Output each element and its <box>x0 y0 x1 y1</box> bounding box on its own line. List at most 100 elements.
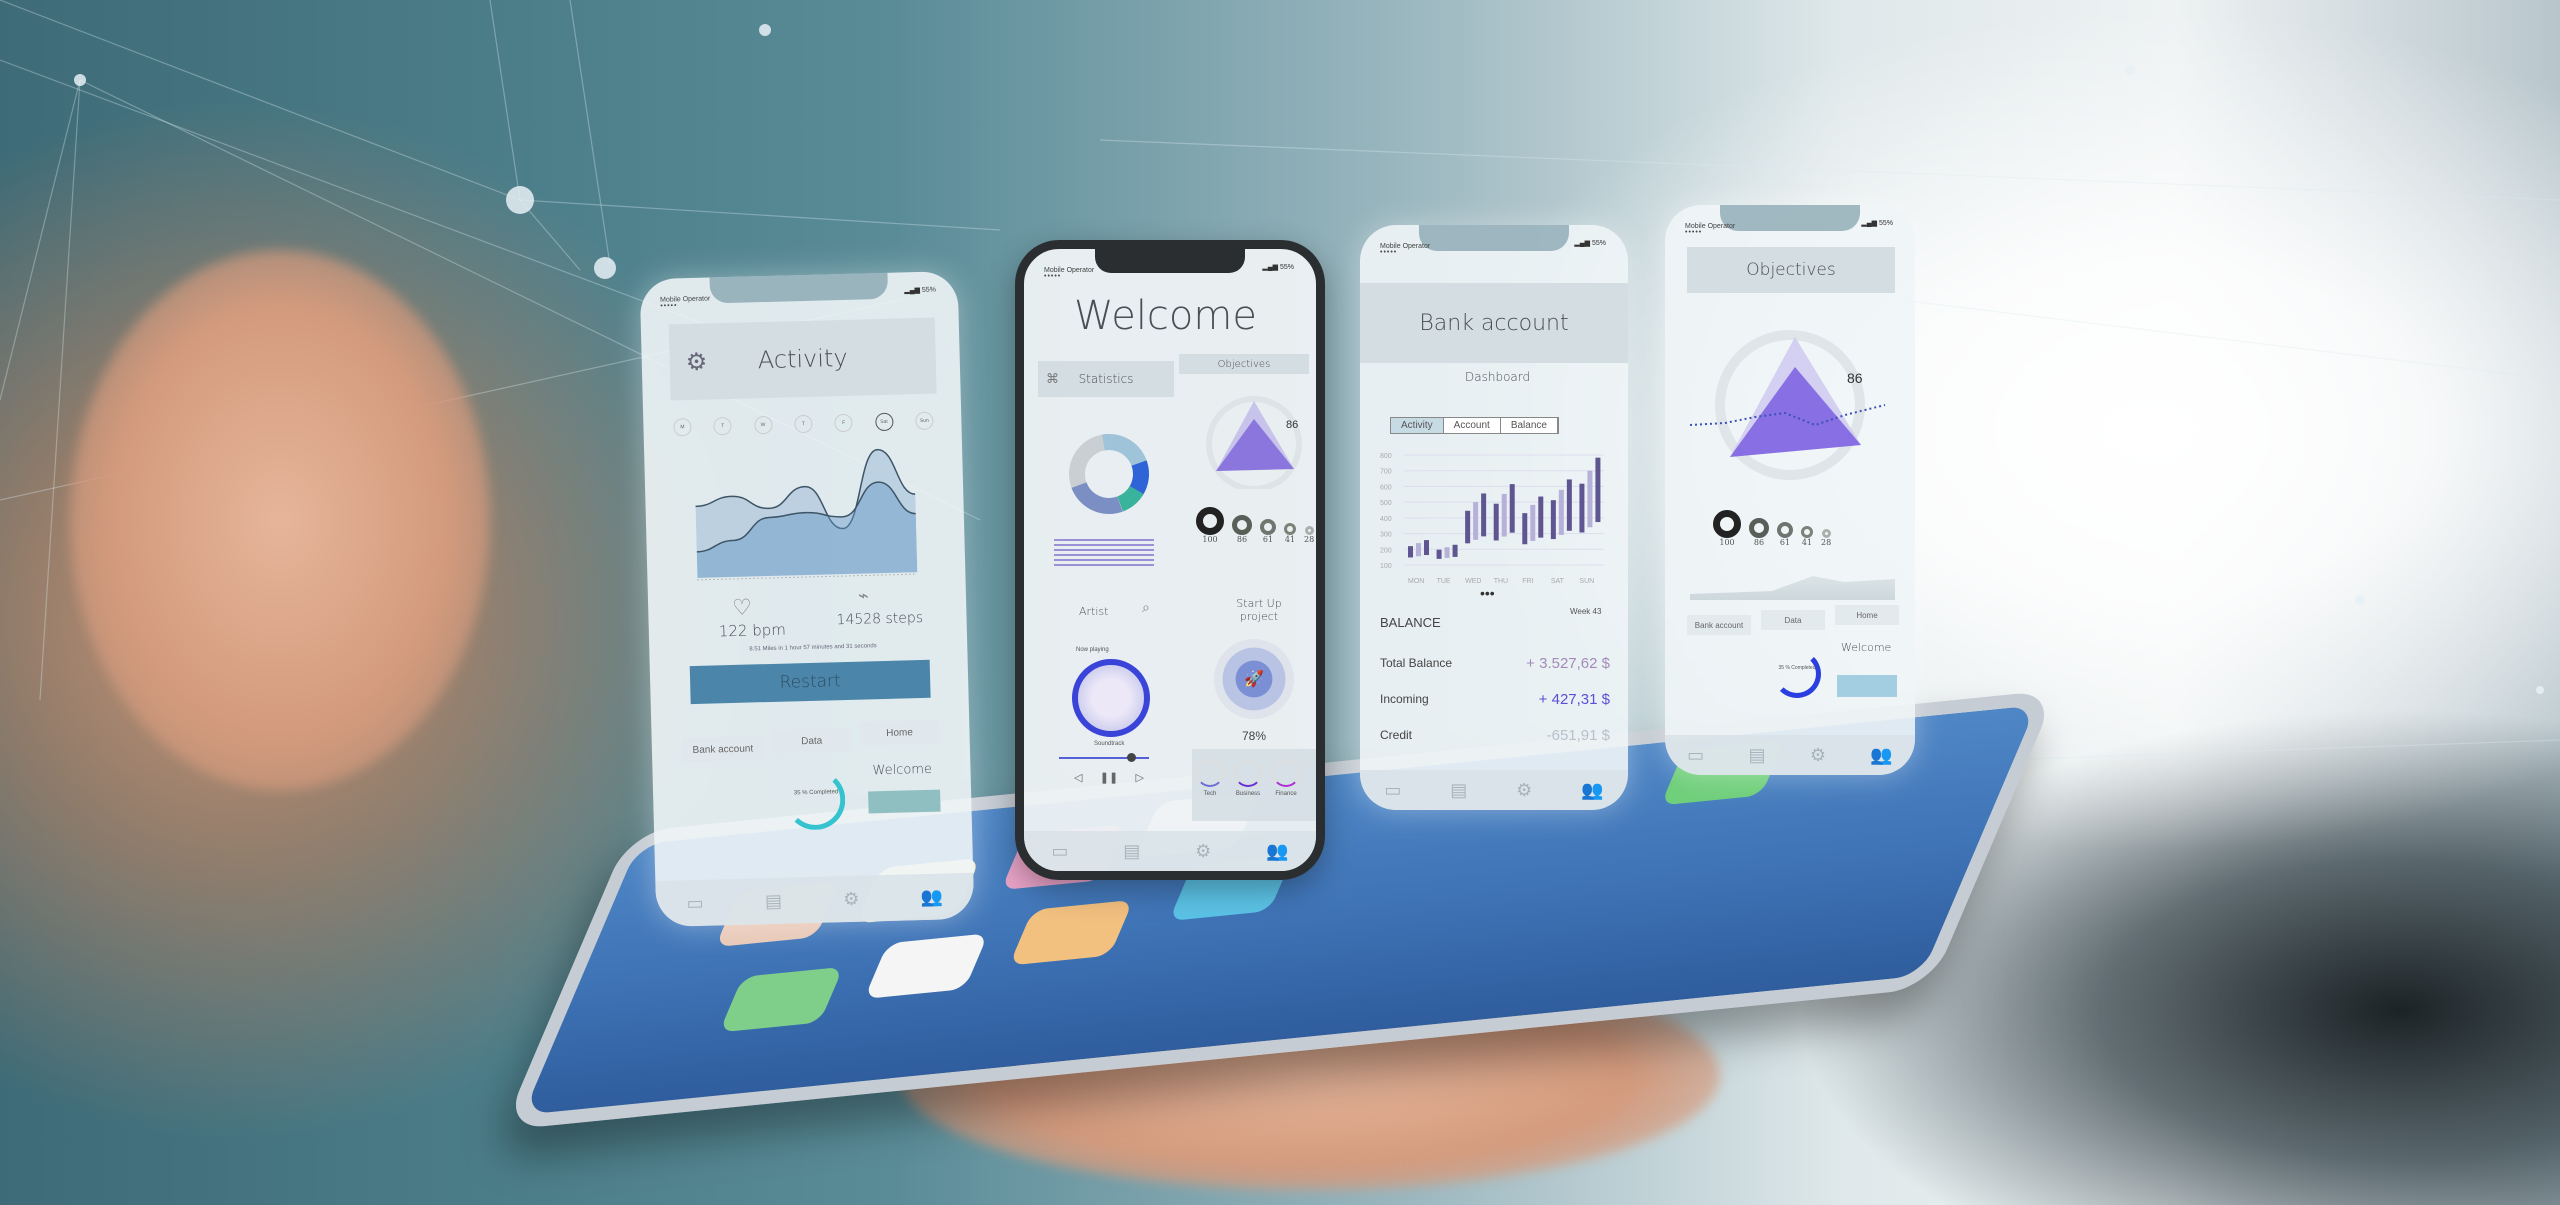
tile-label: Bank account <box>692 742 754 756</box>
objectives-pyramid <box>1206 396 1302 489</box>
tab-activity[interactable]: Activity <box>1391 418 1444 433</box>
battery-indicator: ▂▄▆ 55% <box>1262 264 1294 271</box>
balance-row: Total Balance + 3.527,62 $ <box>1380 645 1610 681</box>
bar <box>1416 543 1421 557</box>
day-button[interactable]: T <box>794 414 813 434</box>
now-playing: Now playing <box>1076 647 1109 653</box>
tile-bank-account[interactable]: Bank account <box>681 736 765 763</box>
users-icon[interactable]: 👥 <box>1266 841 1288 862</box>
day-button[interactable]: Sun <box>915 411 934 431</box>
welcome-title: Welcome <box>1074 293 1257 339</box>
bar <box>1509 484 1515 533</box>
pagination-dots[interactable]: ••• <box>1480 585 1495 601</box>
calendar-icon[interactable]: ▤ <box>765 890 783 911</box>
tile-home[interactable]: Home <box>859 719 940 746</box>
rings-row: 100 86 61 41 28 <box>1713 510 1831 547</box>
chat-icon[interactable]: ▭ <box>1051 841 1068 862</box>
tile-label: Bank account <box>1694 620 1744 630</box>
bar <box>1558 489 1564 535</box>
day-button[interactable]: Sat <box>874 412 894 432</box>
day-button[interactable]: T <box>713 416 733 436</box>
chat-icon[interactable]: ▭ <box>1384 780 1401 801</box>
chat-icon[interactable]: ▭ <box>1687 745 1704 766</box>
restart-button[interactable]: Restart <box>689 659 931 705</box>
tile-data[interactable]: Data <box>1761 610 1825 630</box>
signal-dots: ••••• <box>1380 249 1398 256</box>
activity-summary: 8.51 Miles in 1 hour 57 minutes and 31 s… <box>749 643 877 653</box>
y-tick-label: 100 <box>1380 563 1392 570</box>
activity-title: Activity <box>757 343 848 375</box>
app-icon-messages[interactable] <box>718 966 844 1033</box>
objectives-tab[interactable]: Objectives <box>1179 354 1309 374</box>
y-tick-label: 600 <box>1380 484 1392 491</box>
app-icon-clock[interactable] <box>1008 899 1134 966</box>
rings-row: 100 86 61 41 28 <box>1196 507 1314 544</box>
x-tick-label: SAT <box>1551 578 1565 585</box>
balance-row-label: Credit <box>1380 728 1413 742</box>
volume-slider[interactable] <box>1059 753 1149 762</box>
artist-label: Artist <box>1079 605 1109 618</box>
slider-handle[interactable] <box>1127 753 1136 762</box>
next-icon[interactable]: ▷ <box>1136 771 1144 784</box>
calendar-icon[interactable]: ▤ <box>1749 745 1766 766</box>
prev-icon[interactable]: ◁ <box>1074 771 1082 784</box>
day-button[interactable]: W <box>753 415 773 435</box>
search-icon[interactable]: ⌕ <box>1142 599 1150 616</box>
ring-stat: 100 <box>1713 510 1741 547</box>
ring-value: 28 <box>1821 538 1832 547</box>
ring-stat: 61 <box>1777 522 1793 547</box>
gear-icon[interactable]: ⚙ <box>685 347 707 377</box>
battery-label: 55% <box>1279 264 1294 271</box>
bar <box>1452 544 1458 557</box>
donut-chart <box>1069 433 1149 514</box>
chat-icon[interactable]: ▭ <box>686 892 704 913</box>
ring-value: 61 <box>1779 538 1791 547</box>
bank-title: Bank account <box>1419 310 1569 336</box>
status-operator: Mobile Operator ••••• <box>1685 223 1735 236</box>
calendar-icon[interactable]: ▤ <box>1123 841 1140 862</box>
bar <box>1566 479 1572 531</box>
users-icon[interactable]: 👥 <box>1581 780 1603 801</box>
settings-icon[interactable]: ⚙ <box>1810 745 1826 766</box>
objectives-title: Objectives <box>1746 260 1836 280</box>
bar <box>1481 493 1487 537</box>
calendar-icon[interactable]: ▤ <box>1450 780 1467 801</box>
day-button[interactable]: M <box>673 417 692 437</box>
tab-balance[interactable]: Balance <box>1500 418 1558 433</box>
settings-icon[interactable]: ⚙ <box>1516 780 1532 801</box>
restart-label: Restart <box>779 671 841 693</box>
statistics-tab[interactable]: ⌘ Statistics <box>1038 361 1174 397</box>
playback-controls: ◁ ❚❚ ▷ <box>1074 771 1144 784</box>
tile-label: Data <box>1784 615 1802 625</box>
bar <box>1530 504 1536 541</box>
y-tick-label: 400 <box>1380 516 1392 523</box>
tab-account[interactable]: Account <box>1443 418 1501 433</box>
objectives-label: Objectives <box>1217 358 1271 370</box>
app-icon-news[interactable] <box>863 933 989 1000</box>
heart-rate: 122 bpm <box>718 620 787 641</box>
ring-stat: 28 <box>1821 529 1831 547</box>
day-button[interactable]: F <box>834 413 853 433</box>
bar <box>1424 540 1429 556</box>
users-icon[interactable]: 👥 <box>920 886 943 908</box>
sparkline-area <box>1690 576 1895 600</box>
ring-stat: 61 <box>1260 519 1276 544</box>
audio-visualizer[interactable] <box>1072 659 1150 737</box>
category-business[interactable]: Business <box>1234 759 1262 797</box>
settings-icon[interactable]: ⚙ <box>843 888 860 909</box>
tile-bank-account[interactable]: Bank account <box>1687 615 1751 635</box>
balance-label: BALANCE <box>1380 615 1441 630</box>
category-finance[interactable]: Finance <box>1272 759 1300 797</box>
battery-label: 55% <box>921 286 937 294</box>
statistics-icon: ⌘ <box>1046 371 1059 386</box>
x-tick-label: MON <box>1408 578 1424 585</box>
category-tech[interactable]: Tech <box>1196 759 1224 797</box>
ring-icon <box>1284 523 1296 535</box>
tile-data[interactable]: Data <box>771 727 853 754</box>
pause-icon[interactable]: ❚❚ <box>1100 771 1118 784</box>
tile-home[interactable]: Home <box>1835 605 1899 625</box>
users-icon[interactable]: 👥 <box>1870 745 1892 766</box>
rocket-icon: 🚀 <box>1244 671 1264 688</box>
balance-row-value: + 3.527,62 $ <box>1526 654 1610 672</box>
settings-icon[interactable]: ⚙ <box>1195 841 1211 862</box>
